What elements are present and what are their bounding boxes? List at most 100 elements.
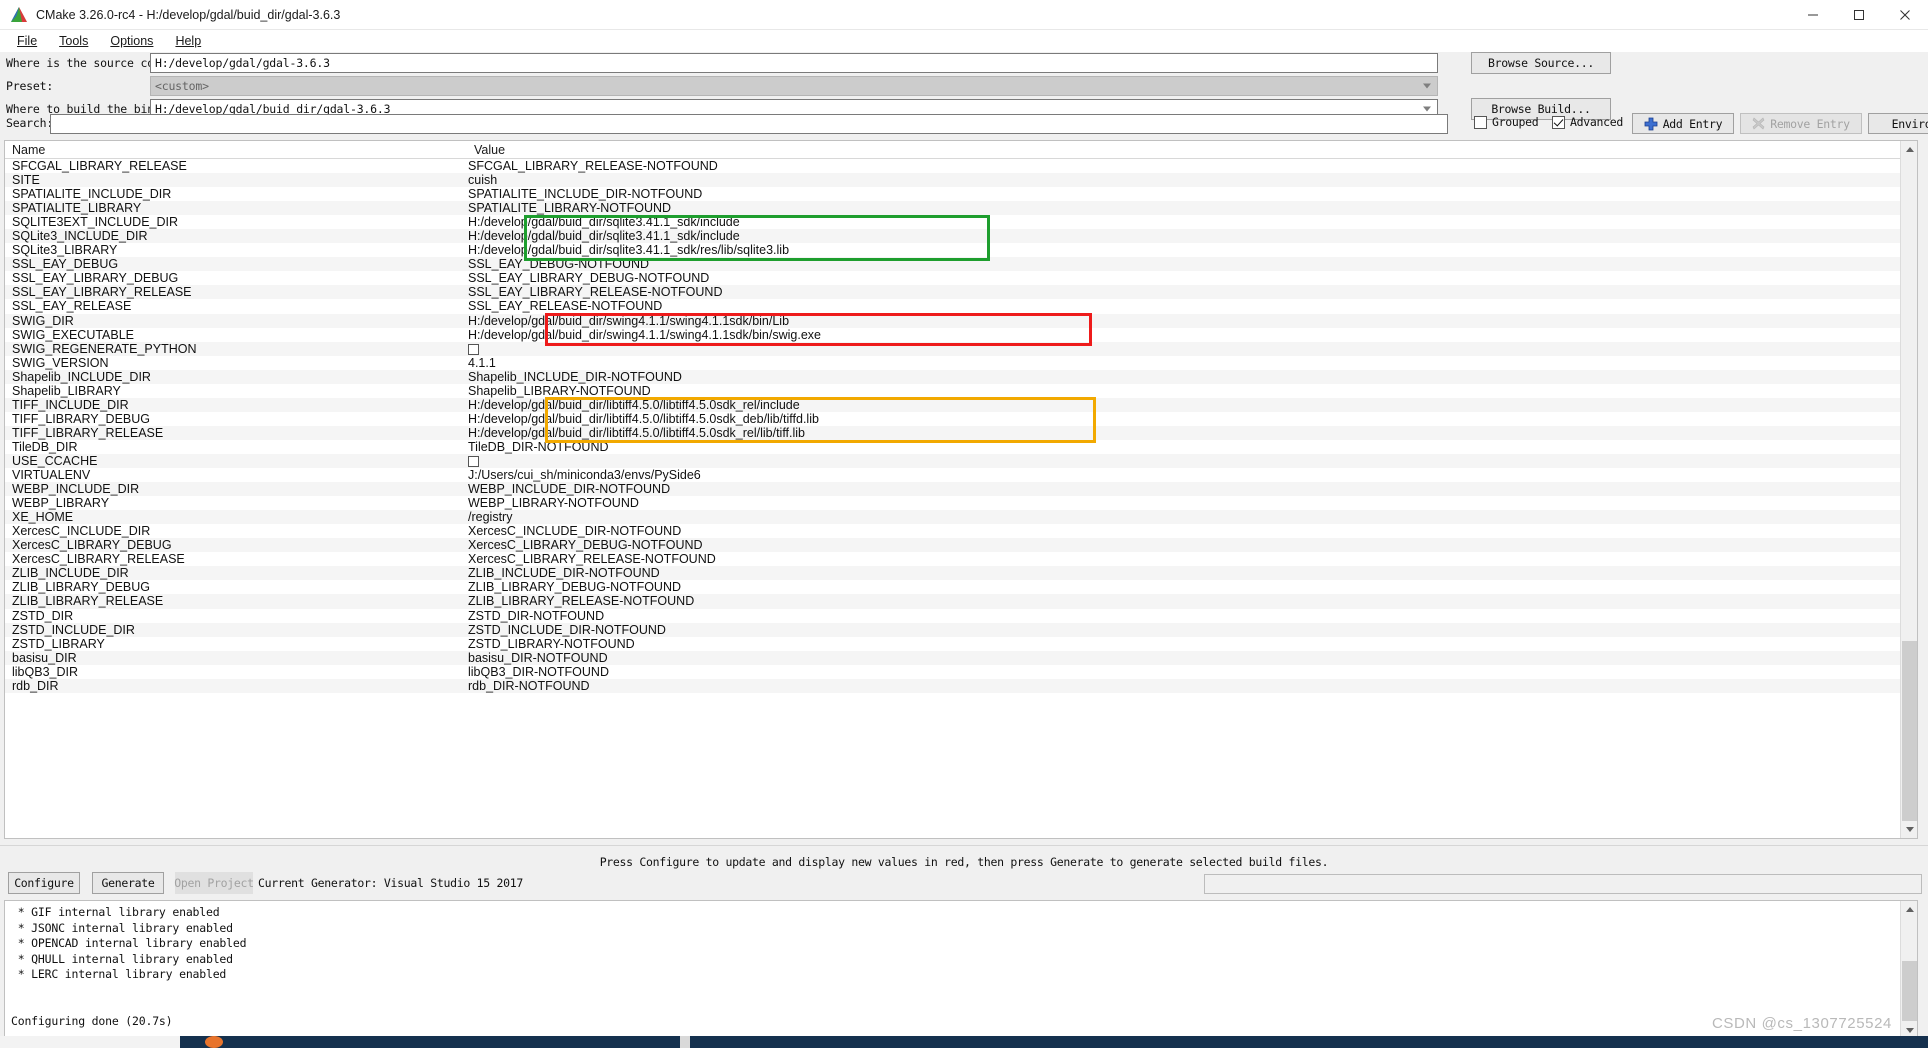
configure-button[interactable]: Configure (8, 872, 80, 894)
cache-entry-value[interactable]: H:/develop/gdal/buid_dir/sqlite3.41.1_sd… (467, 215, 1917, 229)
cache-entry-value[interactable]: Shapelib_INCLUDE_DIR-NOTFOUND (467, 370, 1917, 384)
cache-entry-value[interactable]: WEBP_LIBRARY-NOTFOUND (467, 496, 1917, 510)
cache-entry-value[interactable]: H:/develop/gdal/buid_dir/swing4.1.1/swin… (467, 328, 1917, 342)
table-row[interactable]: VIRTUALENV J:/Users/cui_sh/miniconda3/env… (5, 468, 1917, 482)
cache-entry-value[interactable]: J:/Users/cui_sh/miniconda3/envs/PySide6 (467, 468, 1917, 482)
table-row[interactable]: SFCGAL_LIBRARY_RELEASE SFCGAL_LIBRARY_REL… (5, 159, 1917, 173)
cache-entry-value[interactable]: ZSTD_DIR-NOTFOUND (467, 609, 1917, 623)
cache-entry-value[interactable]: H:/develop/gdal/buid_dir/sqlite3.41.1_sd… (467, 243, 1917, 257)
cache-entry-value[interactable]: XercesC_LIBRARY_RELEASE-NOTFOUND (467, 552, 1917, 566)
table-row[interactable]: USE_CCACHE (5, 453, 1917, 469)
table-row[interactable]: ZLIB_LIBRARY_RELEASE ZLIB_LIBRARY_RELEASE… (5, 594, 1917, 609)
cache-entry-value[interactable]: H:/develop/gdal/buid_dir/libtiff4.5.0/li… (467, 398, 1917, 412)
scroll-up-icon[interactable] (1901, 141, 1917, 158)
table-row[interactable]: ZSTD_DIR ZSTD_DIR-NOTFOUND (5, 609, 1917, 623)
cache-entry-value[interactable]: SSL_EAY_DEBUG-NOTFOUND (467, 257, 1917, 271)
column-header-value[interactable]: Value (467, 143, 505, 157)
cache-entry-value[interactable]: SPATIALITE_LIBRARY-NOTFOUND (467, 201, 1917, 215)
minimize-button[interactable] (1790, 0, 1836, 30)
table-row[interactable]: SSL_EAY_DEBUG SSL_EAY_DEBUG-NOTFOUND (5, 257, 1917, 272)
log-scrollbar-thumb[interactable] (1902, 961, 1917, 1021)
cache-entry-value[interactable]: SPATIALITE_INCLUDE_DIR-NOTFOUND (467, 187, 1917, 201)
table-row[interactable]: TIFF_LIBRARY_RELEASE H:/develop/gdal/buid… (5, 425, 1917, 440)
cache-entry-value[interactable]: ZLIB_INCLUDE_DIR-NOTFOUND (467, 566, 1917, 580)
table-vertical-scrollbar[interactable] (1900, 141, 1917, 838)
table-row[interactable]: ZSTD_LIBRARY ZSTD_LIBRARY-NOTFOUND (5, 637, 1917, 651)
table-row[interactable]: SQLite3_LIBRARY H:/develop/gdal/buid_dir/… (5, 243, 1917, 257)
menu-item-tools[interactable]: Tools (48, 32, 99, 50)
log-scroll-up-icon[interactable] (1901, 901, 1917, 918)
cache-entry-value[interactable]: libQB3_DIR-NOTFOUND (467, 665, 1917, 679)
scroll-down-icon[interactable] (1901, 821, 1917, 838)
table-row[interactable]: rdb_DIR rdb_DIR-NOTFOUND (5, 678, 1917, 693)
table-row[interactable]: ZSTD_INCLUDE_DIR ZSTD_INCLUDE_DIR-NOTFOUN… (5, 622, 1917, 637)
table-row[interactable]: XercesC_INCLUDE_DIR XercesC_INCLUDE_DIR-N… (5, 524, 1917, 538)
table-row[interactable]: SSL_EAY_LIBRARY_RELEASE SSL_EAY_LIBRARY_R… (5, 285, 1917, 300)
menu-item-file[interactable]: File (6, 32, 48, 50)
cache-entry-value[interactable]: rdb_DIR-NOTFOUND (467, 679, 1917, 693)
checkbox-box[interactable] (468, 456, 479, 468)
table-row[interactable]: WEBP_LIBRARY WEBP_LIBRARY-NOTFOUND (5, 496, 1917, 510)
menu-item-help[interactable]: Help (164, 32, 212, 50)
table-row[interactable]: Shapelib_LIBRARY Shapelib_LIBRARY-NOTFOUN… (5, 384, 1917, 398)
table-row[interactable]: SQLite3_INCLUDE_DIR H:/develop/gdal/buid_… (5, 229, 1917, 244)
table-row[interactable]: SQLITE3EXT_INCLUDE_DIR H:/develop/gdal/bu… (5, 215, 1917, 229)
cache-entry-value[interactable]: ZSTD_LIBRARY-NOTFOUND (467, 637, 1917, 651)
advanced-checkbox[interactable]: Advanced (1552, 115, 1623, 129)
column-header-name[interactable]: Name (5, 143, 467, 157)
table-row[interactable]: Shapelib_INCLUDE_DIR Shapelib_INCLUDE_DIR… (5, 369, 1917, 384)
table-row[interactable]: XercesC_LIBRARY_RELEASE XercesC_LIBRARY_R… (5, 552, 1917, 566)
table-row[interactable]: SSL_EAY_LIBRARY_DEBUG SSL_EAY_LIBRARY_DEB… (5, 271, 1917, 285)
table-row[interactable]: SWIG_DIR H:/develop/gdal/buid_dir/swing4.… (5, 313, 1917, 328)
cache-entry-value[interactable]: XercesC_INCLUDE_DIR-NOTFOUND (467, 524, 1917, 538)
browse-source-button[interactable]: Browse Source... (1471, 52, 1611, 74)
scrollbar-thumb[interactable] (1902, 641, 1917, 821)
cache-entry-value[interactable]: ZLIB_LIBRARY_DEBUG-NOTFOUND (467, 580, 1917, 594)
generate-button[interactable]: Generate (92, 872, 164, 894)
add-entry-button[interactable]: Add Entry (1632, 113, 1734, 134)
table-row[interactable]: SITE cuish (5, 173, 1917, 188)
cache-entry-value[interactable]: basisu_DIR-NOTFOUND (467, 651, 1917, 665)
cache-entry-value[interactable]: Shapelib_LIBRARY-NOTFOUND (467, 384, 1917, 398)
search-input[interactable] (50, 114, 1448, 134)
cache-entry-value[interactable]: SSL_EAY_RELEASE-NOTFOUND (467, 299, 1917, 313)
table-row[interactable]: SSL_EAY_RELEASE SSL_EAY_RELEASE-NOTFOUND (5, 299, 1917, 313)
taskbar-app-icon[interactable] (205, 1036, 223, 1048)
cache-entry-value[interactable]: WEBP_INCLUDE_DIR-NOTFOUND (467, 482, 1917, 496)
table-row[interactable]: TileDB_DIR TileDB_DIR-NOTFOUND (5, 440, 1917, 454)
cache-entry-value[interactable]: cuish (467, 173, 1917, 187)
grouped-checkbox-box[interactable] (1474, 115, 1487, 129)
cache-entry-value[interactable]: ZSTD_INCLUDE_DIR-NOTFOUND (467, 623, 1917, 637)
advanced-checkbox-box[interactable] (1552, 115, 1565, 129)
cache-entry-value[interactable]: H:/develop/gdal/buid_dir/sqlite3.41.1_sd… (467, 229, 1917, 243)
table-row[interactable]: WEBP_INCLUDE_DIR WEBP_INCLUDE_DIR-NOTFOUN… (5, 482, 1917, 497)
cache-entry-checkbox[interactable] (467, 342, 1917, 356)
cache-entry-value[interactable]: H:/develop/gdal/buid_dir/libtiff4.5.0/li… (467, 412, 1917, 426)
source-input[interactable]: H:/develop/gdal/gdal-3.6.3 (150, 53, 1438, 73)
cache-entry-value[interactable]: SSL_EAY_LIBRARY_DEBUG-NOTFOUND (467, 271, 1917, 285)
environment-button[interactable]: Environment... (1868, 113, 1928, 134)
checkbox-box[interactable] (468, 343, 479, 355)
table-row[interactable]: TIFF_LIBRARY_DEBUG H:/develop/gdal/buid_d… (5, 412, 1917, 426)
table-row[interactable]: ZLIB_LIBRARY_DEBUG ZLIB_LIBRARY_DEBUG-NOT… (5, 580, 1917, 594)
cache-entry-value[interactable]: SSL_EAY_LIBRARY_RELEASE-NOTFOUND (467, 285, 1917, 299)
table-row[interactable]: ZLIB_INCLUDE_DIR ZLIB_INCLUDE_DIR-NOTFOUN… (5, 566, 1917, 581)
table-row[interactable]: SPATIALITE_INCLUDE_DIR SPATIALITE_INCLUDE… (5, 187, 1917, 201)
table-row[interactable]: XercesC_LIBRARY_DEBUG XercesC_LIBRARY_DEB… (5, 538, 1917, 553)
cache-entry-checkbox[interactable] (467, 454, 1917, 468)
table-row[interactable]: SPATIALITE_LIBRARY SPATIALITE_LIBRARY-NOT… (5, 201, 1917, 216)
cache-entry-value[interactable]: 4.1.1 (467, 356, 1917, 370)
cache-entry-value[interactable]: ZLIB_LIBRARY_RELEASE-NOTFOUND (467, 594, 1917, 608)
menu-item-options[interactable]: Options (99, 32, 164, 50)
table-row[interactable]: SWIG_VERSION 4.1.1 (5, 356, 1917, 370)
table-row[interactable]: XE_HOME/registry (5, 510, 1917, 525)
table-row[interactable]: basisu_DIR basisu_DIR-NOTFOUND (5, 650, 1917, 665)
log-output-panel[interactable]: * GIF internal library enabled * JSONC i… (4, 900, 1918, 1040)
table-row[interactable]: TIFF_INCLUDE_DIR H:/develop/gdal/buid_dir… (5, 397, 1917, 412)
close-button[interactable] (1882, 0, 1928, 30)
table-row[interactable]: SWIG_REGENERATE_PYTHON (5, 341, 1917, 356)
log-vertical-scrollbar[interactable] (1900, 901, 1917, 1039)
cache-entry-value[interactable]: SFCGAL_LIBRARY_RELEASE-NOTFOUND (467, 159, 1917, 173)
maximize-button[interactable] (1836, 0, 1882, 30)
cache-entry-value[interactable]: TileDB_DIR-NOTFOUND (467, 440, 1917, 454)
